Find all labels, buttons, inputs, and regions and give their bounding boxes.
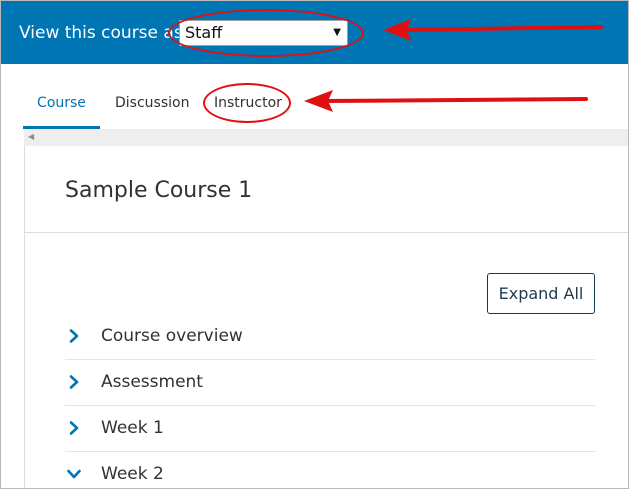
triangle-left-icon[interactable]: ◀ [28, 130, 34, 144]
section-item-week-2[interactable]: Week 2 [65, 452, 595, 488]
tab-discussion[interactable]: Discussion [115, 85, 189, 129]
view-as-select[interactable]: Staff ▼ [179, 20, 348, 46]
section-item-course-overview[interactable]: Course overview [65, 314, 595, 360]
section-list: Course overview Assessment Week 1 Week 2 [65, 314, 595, 488]
expand-all-button[interactable]: Expand All [487, 273, 595, 314]
view-as-bar: View this course as: Staff ▼ [1, 1, 628, 64]
course-outline-card: Sample Course 1 Expand All Course overvi… [24, 146, 628, 488]
chevron-right-icon [69, 421, 79, 435]
section-label: Week 1 [101, 418, 164, 438]
section-item-assessment[interactable]: Assessment [65, 360, 595, 406]
section-label: Course overview [101, 326, 243, 346]
section-label: Week 2 [101, 464, 164, 484]
chevron-down-icon [67, 469, 81, 479]
page-title: Sample Course 1 [65, 178, 253, 203]
tab-course[interactable]: Course [23, 85, 100, 129]
section-item-week-1[interactable]: Week 1 [65, 406, 595, 452]
chevron-right-icon [69, 329, 79, 343]
app-frame: View this course as: Staff ▼ Course Disc… [0, 0, 629, 489]
annotation-arrow-instructor [304, 90, 588, 112]
chevron-right-icon [69, 375, 79, 389]
divider [25, 232, 628, 233]
caret-down-icon: ▼ [333, 27, 341, 38]
tab-instructor[interactable]: Instructor [214, 85, 282, 129]
section-label: Assessment [101, 372, 203, 392]
view-as-selected-value: Staff [185, 23, 223, 42]
view-as-label: View this course as: [19, 23, 189, 43]
horizontal-scrollbar[interactable]: ◀ [24, 129, 628, 146]
